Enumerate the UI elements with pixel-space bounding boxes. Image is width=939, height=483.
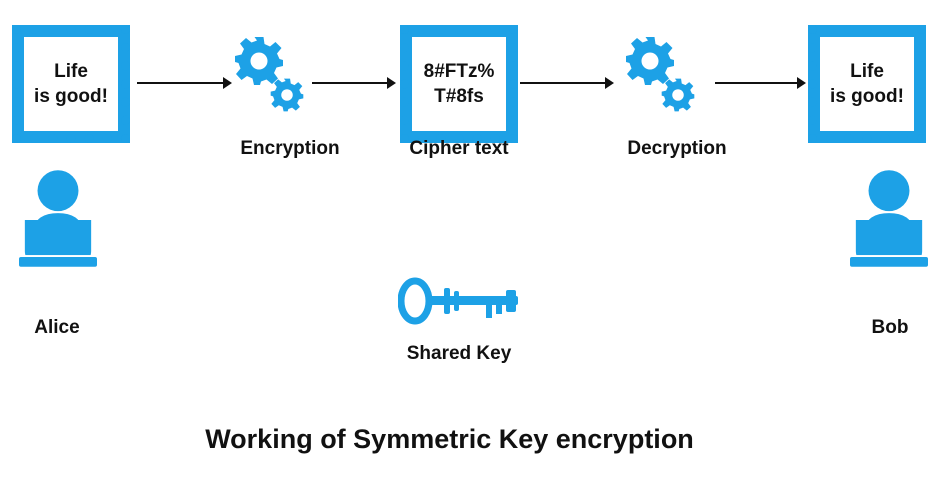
sender-message-stamp: Life is good!	[12, 25, 130, 143]
encryption-label: Encryption	[240, 138, 340, 159]
bob-name: Bob	[871, 317, 909, 338]
diagram-title: Working of Symmetric Key encryption	[205, 424, 694, 454]
receiver-message-line1: Life	[850, 61, 884, 82]
sender-message-line2: is good!	[34, 86, 108, 107]
shared-key-label: Shared Key	[406, 343, 512, 364]
decryption-gears-icon	[625, 36, 697, 112]
receiver-message-stamp: Life is good!	[808, 25, 926, 143]
cipher-text-label: Cipher text	[409, 138, 509, 159]
shared-key-icon	[398, 277, 518, 325]
arrow-to-encryption	[137, 77, 232, 89]
receiver-message-line2: is good!	[830, 86, 904, 107]
decryption-label: Decryption	[627, 138, 727, 159]
arrow-to-receiver	[715, 77, 806, 89]
cipher-line1: 8#FTz%	[423, 61, 495, 82]
alice-name: Alice	[34, 317, 80, 338]
sender-message-line1: Life	[54, 61, 88, 82]
arrow-to-cipher	[312, 77, 396, 89]
encryption-gears-icon	[234, 36, 306, 112]
arrow-to-decryption	[520, 77, 614, 89]
bob-person-icon	[850, 166, 928, 270]
cipher-line2: T#8fs	[434, 86, 484, 107]
cipher-text-stamp: 8#FTz% T#8fs	[400, 25, 518, 143]
alice-person-icon	[19, 166, 97, 270]
